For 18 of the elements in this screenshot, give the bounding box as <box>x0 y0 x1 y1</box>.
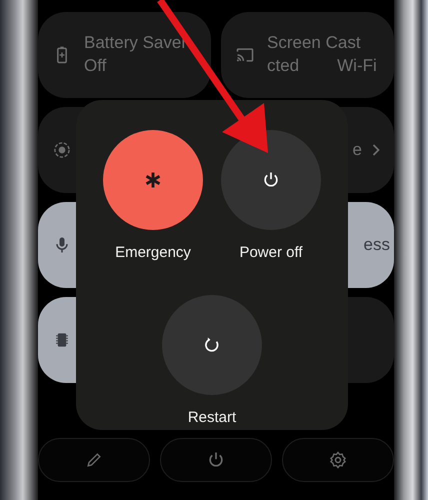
tile-status: Wi-Fi <box>337 55 377 77</box>
quick-settings-tile[interactable]: Battery Saver Off <box>38 12 211 98</box>
tile-status: cted <box>267 55 300 77</box>
tile-label: e <box>352 139 362 162</box>
toolbar-button[interactable] <box>160 438 272 482</box>
tile-status: Off <box>84 55 106 77</box>
option-label: Emergency <box>115 243 191 263</box>
quick-settings-tile[interactable]: Screen Cast cted Wi-Fi <box>221 12 394 98</box>
asterisk-icon <box>143 170 163 190</box>
tile-label: Battery Saver <box>84 32 187 54</box>
option-label: Restart <box>188 408 236 428</box>
option-label: Power off <box>239 243 303 263</box>
tile-label: ess <box>364 234 390 256</box>
toolbar-button[interactable] <box>282 438 394 482</box>
toolbar-button[interactable] <box>38 438 150 482</box>
tile-label: Screen Cast <box>267 32 362 54</box>
record-icon <box>52 140 72 160</box>
settings-icon <box>328 450 348 470</box>
